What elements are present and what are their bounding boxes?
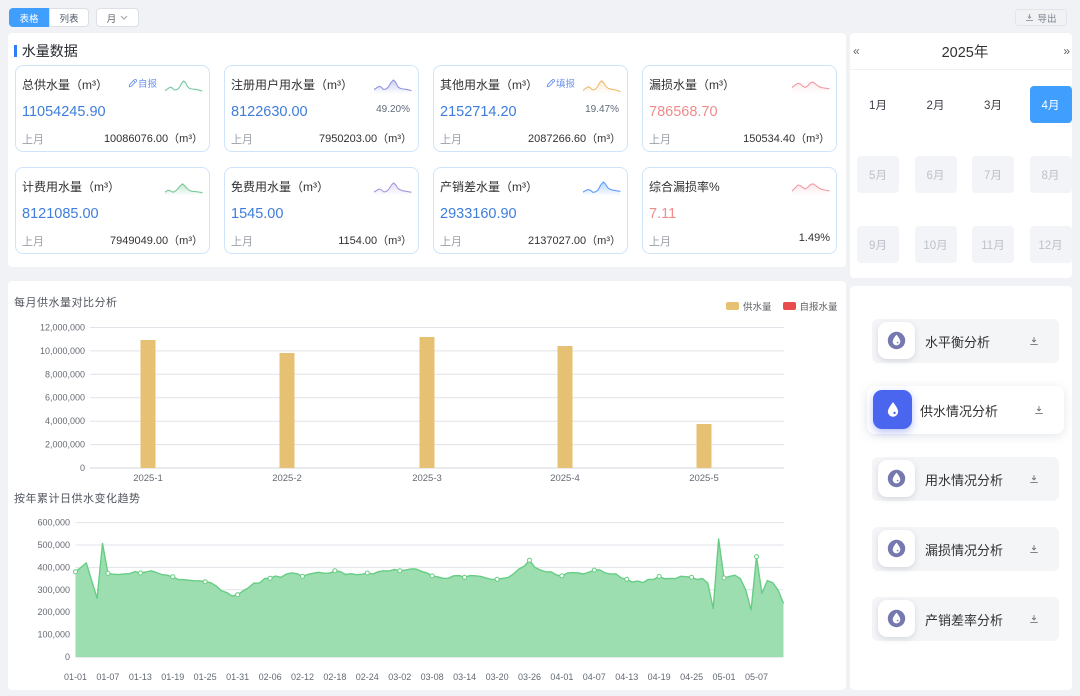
svg-text:6,000,000: 6,000,000	[45, 393, 85, 403]
svg-text:01-25: 01-25	[194, 672, 217, 682]
svg-text:02-12: 02-12	[291, 672, 314, 682]
svg-text:03-26: 03-26	[518, 672, 541, 682]
svg-text:8,000,000: 8,000,000	[45, 369, 85, 379]
svg-text:04-25: 04-25	[680, 672, 703, 682]
svg-text:01-01: 01-01	[64, 672, 87, 682]
svg-text:05-07: 05-07	[745, 672, 768, 682]
svg-text:04-19: 04-19	[648, 672, 671, 682]
svg-text:2025-3: 2025-3	[412, 473, 442, 484]
svg-text:05-01: 05-01	[712, 672, 735, 682]
svg-text:02-24: 02-24	[356, 672, 379, 682]
svg-text:01-13: 01-13	[129, 672, 152, 682]
svg-text:400,000: 400,000	[37, 562, 70, 572]
svg-text:01-31: 01-31	[226, 672, 249, 682]
svg-text:01-07: 01-07	[96, 672, 119, 682]
svg-text:2025-5: 2025-5	[689, 473, 719, 484]
svg-text:200,000: 200,000	[37, 607, 70, 617]
svg-text:100,000: 100,000	[37, 630, 70, 640]
svg-text:03-20: 03-20	[486, 672, 509, 682]
svg-text:2025-4: 2025-4	[550, 473, 580, 484]
svg-text:04-13: 04-13	[615, 672, 638, 682]
svg-text:600,000: 600,000	[37, 518, 70, 528]
svg-text:500,000: 500,000	[37, 540, 70, 550]
svg-text:2,000,000: 2,000,000	[45, 440, 85, 450]
svg-text:4,000,000: 4,000,000	[45, 416, 85, 426]
svg-text:2025-2: 2025-2	[272, 473, 302, 484]
svg-text:03-02: 03-02	[388, 672, 411, 682]
svg-text:04-01: 04-01	[550, 672, 573, 682]
svg-text:0: 0	[80, 463, 85, 473]
svg-text:2025-1: 2025-1	[133, 473, 163, 484]
svg-text:01-19: 01-19	[161, 672, 184, 682]
svg-text:04-07: 04-07	[583, 672, 606, 682]
svg-text:10,000,000: 10,000,000	[40, 346, 85, 356]
svg-text:300,000: 300,000	[37, 585, 70, 595]
svg-text:02-06: 02-06	[259, 672, 282, 682]
svg-text:03-14: 03-14	[453, 672, 476, 682]
svg-text:12,000,000: 12,000,000	[40, 323, 85, 333]
svg-text:02-18: 02-18	[323, 672, 346, 682]
svg-text:0: 0	[65, 652, 70, 662]
svg-text:03-08: 03-08	[421, 672, 444, 682]
